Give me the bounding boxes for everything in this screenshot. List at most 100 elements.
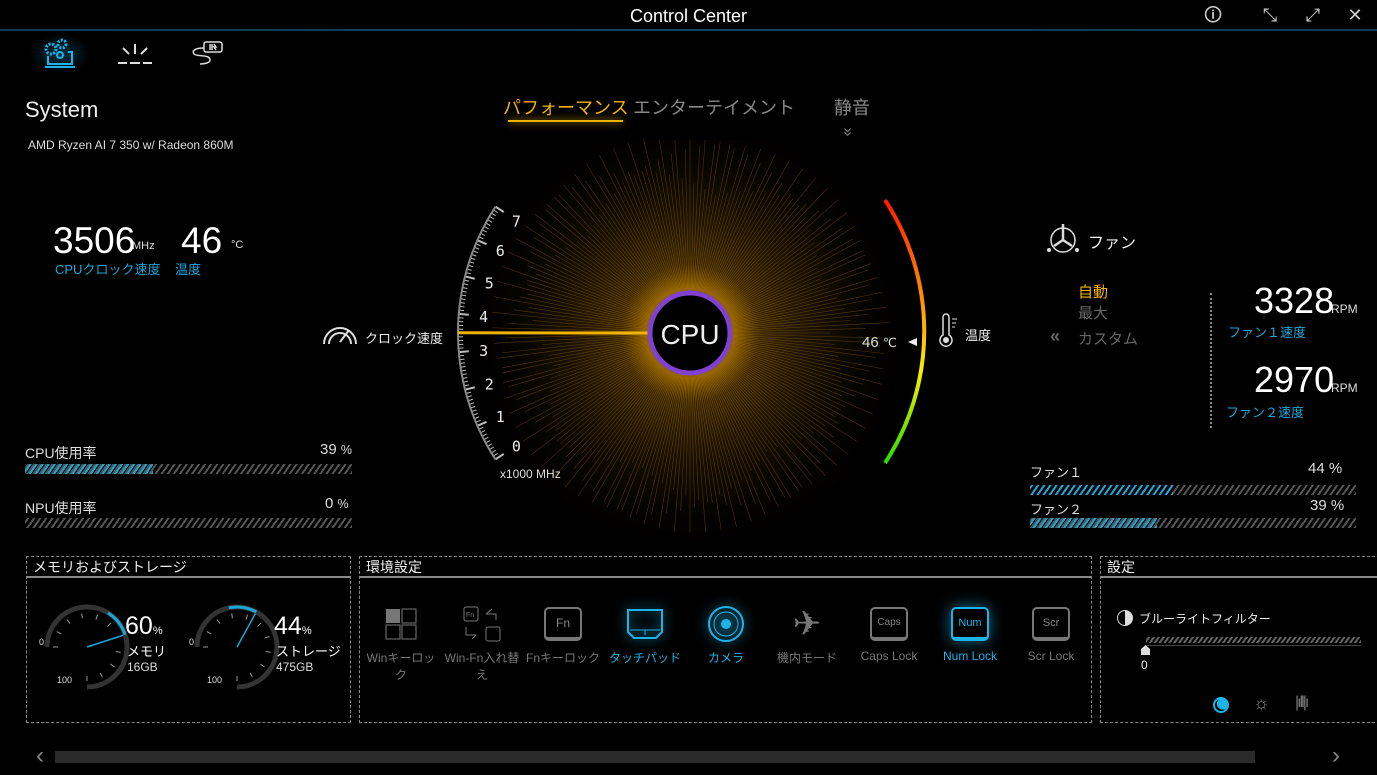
toggle-win-key-lock[interactable]: Winキーロック: [361, 605, 441, 683]
fan-mode-custom[interactable]: カスタム: [1078, 328, 1138, 349]
battery-plug-icon: [192, 41, 223, 65]
clock-unit: MHz: [132, 240, 155, 252]
scale-unit: x1000 MHz: [500, 467, 561, 481]
scale-tick: [458, 312, 469, 316]
windows-icon: [381, 605, 421, 643]
scroll-right-icon[interactable]: ›: [1332, 742, 1340, 770]
fan1-pct: 44: [1308, 460, 1325, 477]
window-title: Control Center: [629, 6, 748, 26]
tab-lighting[interactable]: [104, 34, 166, 74]
horizontal-scrollbar[interactable]: [55, 751, 1255, 763]
restore-icon: ⤡: [1262, 5, 1278, 25]
fan-mode-max[interactable]: 最大: [1078, 302, 1108, 323]
maximize-button[interactable]: ⤢: [1300, 4, 1326, 26]
bluelight-value: 0: [1141, 658, 1148, 672]
storage-scale-min: 0: [189, 637, 195, 647]
toggle-caps-lock[interactable]: Caps Caps Lock: [849, 605, 929, 663]
fan2-bar: [1030, 518, 1356, 528]
rpm-unit: RPM: [1331, 302, 1358, 316]
cpu-usage-label: CPU使用率: [25, 445, 97, 461]
scale-tick-label: 2: [485, 376, 494, 394]
tab-system[interactable]: [29, 34, 91, 74]
gauge-tick: [115, 651, 121, 653]
temp-unit: °C: [231, 239, 244, 251]
fan1-rpm: 3328: [1254, 280, 1335, 321]
gauge-tick: [81, 613, 83, 619]
gauge-tick: [110, 663, 115, 668]
gauge-temp-value: 46: [862, 334, 879, 351]
mode-tab-performance[interactable]: パフォーマンス: [503, 94, 629, 120]
tab-battery[interactable]: [177, 34, 239, 74]
pct-unit: %: [152, 625, 163, 637]
toggle-scroll-lock[interactable]: Scr Scr Lock: [1011, 605, 1091, 663]
system-heading: System: [25, 97, 99, 122]
memory-panel-title: メモリおよびストレージ: [27, 557, 350, 578]
speedometer-icon: [323, 327, 357, 345]
toggle-label: Winキーロック: [366, 651, 436, 682]
cpu-center-label: CPU: [660, 319, 719, 350]
mode-tab-entertainment[interactable]: エンターテイメント: [633, 94, 795, 120]
environment-panel: 環境設定 Winキーロック Fn Win-Fn入れ替え Fn Fnキーロック タッチ…: [359, 556, 1092, 723]
scale-tick-label: 4: [479, 308, 488, 326]
fan1-bar: [1030, 485, 1356, 495]
scr-key-icon: Scr: [1032, 607, 1070, 641]
slider-thumb[interactable]: [1141, 645, 1150, 655]
close-button[interactable]: ✕: [1342, 4, 1368, 26]
gauge-tick: [245, 614, 248, 620]
fan2-speed-label: ファン２速度: [1226, 405, 1305, 420]
gauge-tick: [249, 672, 253, 678]
memory-size: 16GB: [127, 660, 158, 674]
gauge-tick: [231, 613, 233, 619]
gauge-tick: [216, 619, 221, 624]
toggle-label: Fnキーロック: [525, 651, 600, 665]
fan1-speed-label: ファン１速度: [1228, 325, 1307, 340]
toggle-num-lock[interactable]: Num Num Lock: [930, 605, 1010, 663]
brightness-icon[interactable]: ☼: [1253, 693, 1270, 714]
audio-wave-icon[interactable]: |ıll|ı: [1295, 694, 1309, 712]
toggle-label: カメラ: [707, 651, 744, 665]
storage-pct: 44: [274, 612, 302, 640]
title-divider: [0, 29, 1377, 31]
toggle-camera[interactable]: カメラ: [686, 605, 766, 666]
rpm-unit: RPM: [1331, 381, 1358, 395]
environment-panel-title: 環境設定: [360, 557, 1091, 578]
storage-size: 475GB: [276, 660, 314, 674]
pct-unit: %: [301, 625, 312, 637]
scale-tick-label: 7: [512, 212, 521, 230]
fan2-label: ファン２: [1030, 502, 1083, 517]
scroll-left-icon[interactable]: ‹: [36, 742, 44, 770]
gauge-tick: [99, 672, 103, 678]
scale-tick: [458, 350, 469, 354]
night-mode-icon[interactable]: [1213, 697, 1229, 713]
info-button[interactable]: 🛈: [1200, 4, 1226, 26]
scale-tick-label: 0: [512, 438, 521, 456]
clock-speed-label: クロック速度: [365, 331, 444, 346]
mode-tab-silent[interactable]: 静音: [834, 94, 870, 120]
swap-icon: Fn: [462, 605, 502, 643]
fan-icon: [1047, 224, 1079, 253]
fan-mode-auto[interactable]: 自動: [1078, 281, 1108, 302]
toggle-win-fn-swap[interactable]: Fn Win-Fn入れ替え: [442, 605, 522, 683]
toggle-touchpad[interactable]: タッチパッド: [605, 605, 685, 666]
bluelight-label: ブルーライトフィルター: [1139, 612, 1271, 626]
temp-value: 46: [181, 220, 223, 261]
memory-label: メモリ: [127, 644, 167, 659]
gauge-tick: [66, 619, 71, 624]
gauge-tick: [264, 636, 270, 639]
memory-scale-min: 0: [39, 637, 45, 647]
bluelight-icon: [1117, 610, 1133, 626]
restore-button[interactable]: ⤡: [1257, 4, 1283, 26]
toggle-label: Scr Lock: [1027, 649, 1075, 663]
cpu-name: AMD Ryzen AI 7 350 w/ Radeon 860M: [28, 138, 234, 152]
gauge-tick: [265, 651, 271, 653]
bluelight-slider-track[interactable]: [1146, 637, 1361, 643]
chevron-down-icon[interactable]: »: [838, 128, 856, 137]
storage-label: ストレージ: [276, 644, 341, 659]
toggle-airplane-mode[interactable]: ✈ 機内モード: [767, 605, 847, 666]
gauge-tick: [260, 663, 265, 668]
toggle-fn-key-lock[interactable]: Fn Fnキーロック: [523, 605, 603, 666]
touchpad-icon: [625, 605, 665, 643]
memory-pct: 60: [125, 612, 153, 640]
memory-gauge: [44, 604, 130, 690]
scale-tick-label: 5: [485, 274, 494, 292]
